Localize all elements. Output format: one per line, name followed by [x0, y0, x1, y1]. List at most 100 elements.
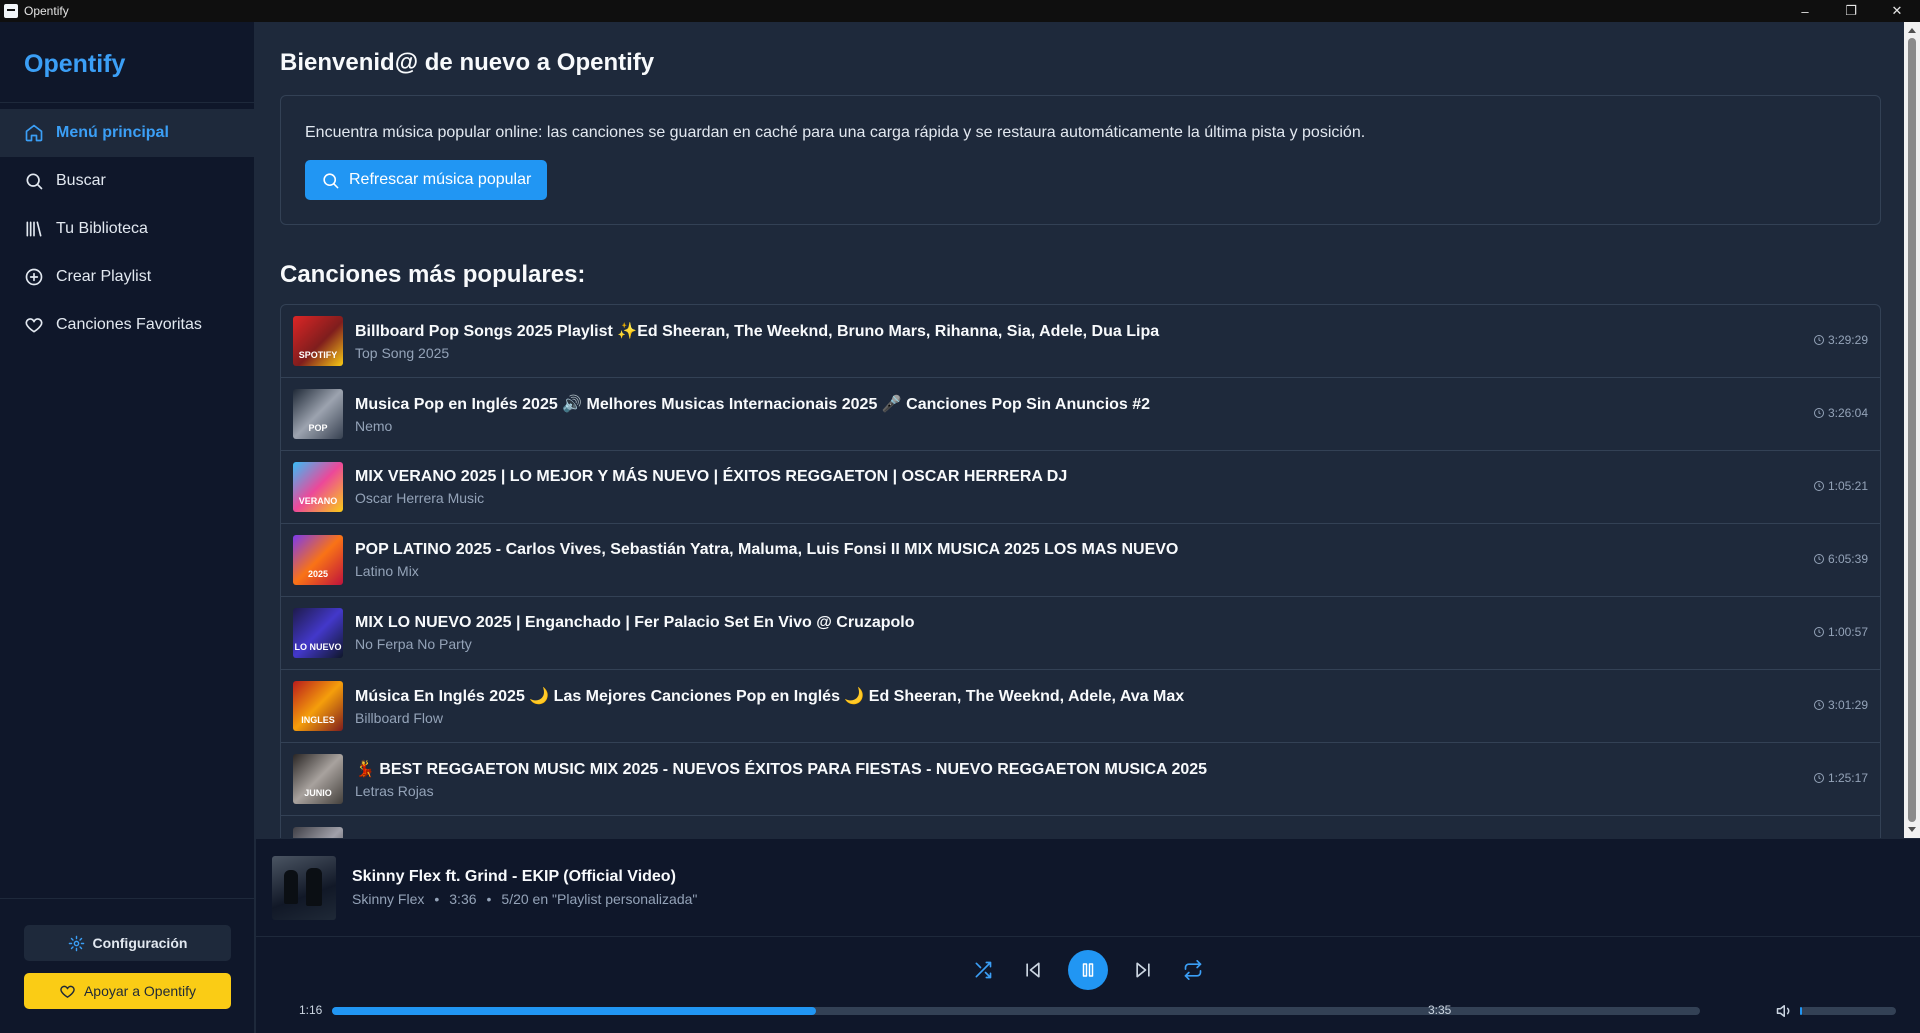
minimize-button[interactable]: – — [1782, 0, 1828, 22]
song-thumbnail: JUNIO — [293, 754, 343, 804]
thumbnail-text: 2025 — [307, 569, 329, 579]
meta-separator: • — [486, 891, 492, 907]
song-duration: 1:05:21 — [1813, 479, 1868, 493]
refresh-popular-button[interactable]: Refrescar música popular — [305, 160, 548, 200]
list-item[interactable]: VERANO MIX VERANO 2025 | LO MEJOR Y MÁS … — [281, 451, 1880, 524]
pause-icon — [1082, 963, 1094, 977]
list-item[interactable] — [281, 816, 1880, 838]
song-artist: Latino Mix — [355, 563, 419, 579]
duration-text: 1:25:17 — [1827, 771, 1868, 785]
volume-button[interactable] — [1776, 1002, 1794, 1020]
song-thumbnail: 2025 — [293, 535, 343, 585]
support-button[interactable]: Apoyar a Opentify — [24, 973, 231, 1009]
thumbnail-text: LO NUEVO — [294, 642, 342, 652]
song-thumbnail: INGLES — [293, 681, 343, 731]
song-artist: Letras Rojas — [355, 783, 434, 799]
home-icon — [25, 124, 43, 142]
sidebar-item-favorites[interactable]: Canciones Favoritas — [0, 301, 254, 349]
song-title: 💃 BEST REGGAETON MUSIC MIX 2025 - NUEVOS… — [355, 761, 1208, 778]
window-titlebar: Opentify – ❐ ✕ — [0, 0, 1920, 22]
section-title: Canciones más populares: — [280, 261, 586, 288]
now-playing-position: 5/20 en "Playlist personalizada" — [501, 891, 698, 907]
thumbnail-text: SPOTIFY — [298, 350, 338, 360]
song-list: SPOTIFY Billboard Pop Songs 2025 Playlis… — [280, 304, 1881, 838]
next-button[interactable] — [1125, 952, 1161, 988]
close-button[interactable]: ✕ — [1874, 0, 1920, 22]
list-item[interactable]: INGLES Música En Inglés 2025 🌙 Las Mejor… — [281, 670, 1880, 743]
clock-icon — [1813, 408, 1824, 418]
sidebar: Opentify Menú principal Buscar Tu Biblio… — [0, 22, 255, 1033]
player-bar: Skinny Flex ft. Grind - EKIP (Official V… — [256, 838, 1920, 1033]
total-time: 3:35 — [1428, 1003, 1452, 1017]
progress-fill — [332, 1007, 817, 1015]
skip-back-icon — [1026, 962, 1040, 978]
sidebar-item-home[interactable]: Menú principal — [0, 109, 254, 157]
repeat-button[interactable] — [1175, 952, 1211, 988]
sidebar-item-label: Crear Playlist — [56, 268, 152, 285]
now-playing-thumbnail — [272, 855, 336, 920]
library-icon — [26, 221, 42, 237]
scrollbar-thumb[interactable] — [1908, 38, 1916, 822]
pause-button[interactable] — [1068, 950, 1108, 990]
clock-icon — [1813, 773, 1824, 783]
settings-button[interactable]: Configuración — [24, 925, 231, 961]
scroll-up-arrow-icon[interactable] — [1908, 28, 1916, 33]
song-duration: 3:29:29 — [1813, 333, 1868, 347]
duration-text: 1:00:57 — [1827, 625, 1868, 639]
song-thumbnail: POP — [293, 389, 343, 439]
heart-icon — [25, 318, 43, 333]
sidebar-nav: Menú principal Buscar Tu Biblioteca Crea… — [0, 103, 254, 349]
list-item[interactable]: SPOTIFY Billboard Pop Songs 2025 Playlis… — [281, 305, 1880, 378]
sidebar-item-search[interactable]: Buscar — [0, 157, 254, 205]
sidebar-footer: Configuración Apoyar a Opentify — [0, 898, 255, 1033]
song-title: Billboard Pop Songs 2025 Playlist ✨Ed Sh… — [355, 323, 1160, 340]
now-playing-title: Skinny Flex ft. Grind - EKIP (Official V… — [352, 868, 676, 885]
duration-text: 6:05:39 — [1827, 552, 1868, 566]
song-artist: Nemo — [355, 418, 393, 434]
song-title: Musica Pop en Inglés 2025 🔊 Melhores Mus… — [355, 396, 1151, 413]
sidebar-item-label: Menú principal — [56, 124, 169, 141]
duration-text: 1:05:21 — [1827, 479, 1868, 493]
info-text: Encuentra música popular online: las can… — [305, 124, 1366, 141]
song-title: POP LATINO 2025 - Carlos Vives, Sebastiá… — [355, 541, 1179, 558]
now-playing: Skinny Flex ft. Grind - EKIP (Official V… — [256, 839, 1920, 937]
song-title: Música En Inglés 2025 🌙 Las Mejores Canc… — [355, 688, 1185, 705]
window-title: Opentify — [24, 4, 69, 18]
sidebar-item-create-playlist[interactable]: Crear Playlist — [0, 253, 254, 301]
maximize-button[interactable]: ❐ — [1828, 0, 1874, 22]
song-duration: 1:25:17 — [1813, 771, 1868, 785]
song-artist: Billboard Flow — [355, 710, 443, 726]
song-duration: 1:00:57 — [1813, 625, 1868, 639]
duration-text: 3:26:04 — [1827, 406, 1868, 420]
main-content: Bienvenid@ de nuevo a Opentify Encuentra… — [256, 22, 1904, 838]
search-icon — [26, 173, 43, 190]
gear-icon — [68, 935, 84, 951]
list-item[interactable]: 2025 POP LATINO 2025 - Carlos Vives, Seb… — [281, 524, 1880, 597]
previous-button[interactable] — [1015, 952, 1051, 988]
duration-text: 3:01:29 — [1827, 698, 1868, 712]
list-item[interactable]: JUNIO 💃 BEST REGGAETON MUSIC MIX 2025 - … — [281, 743, 1880, 816]
sidebar-item-library[interactable]: Tu Biblioteca — [0, 205, 254, 253]
list-item[interactable]: LO NUEVO MIX LO NUEVO 2025 | Enganchado … — [281, 597, 1880, 670]
list-item[interactable]: POP Musica Pop en Inglés 2025 🔊 Melhores… — [281, 378, 1880, 451]
settings-button-label: Configuración — [92, 935, 188, 951]
refresh-button-label: Refrescar música popular — [349, 171, 532, 188]
song-thumbnail: SPOTIFY — [293, 316, 343, 366]
volume-slider[interactable] — [1800, 1007, 1896, 1015]
song-artist: No Ferpa No Party — [355, 636, 472, 652]
shuffle-button[interactable] — [965, 952, 1001, 988]
app-icon — [4, 4, 18, 18]
volume-fill — [1800, 1007, 1802, 1015]
now-playing-artist: Skinny Flex — [352, 891, 425, 907]
main-scrollbar[interactable] — [1904, 22, 1920, 838]
song-thumbnail — [293, 827, 343, 838]
playback-controls — [256, 950, 1920, 990]
thumbnail-text: POP — [308, 423, 328, 433]
scroll-down-arrow-icon[interactable] — [1908, 827, 1916, 832]
song-duration: 6:05:39 — [1813, 552, 1868, 566]
song-duration: 3:26:04 — [1813, 406, 1868, 420]
progress-slider[interactable] — [332, 1007, 1700, 1015]
clock-icon — [1813, 335, 1824, 345]
window-controls: – ❐ ✕ — [1782, 0, 1920, 22]
song-artist: Top Song 2025 — [355, 345, 450, 361]
